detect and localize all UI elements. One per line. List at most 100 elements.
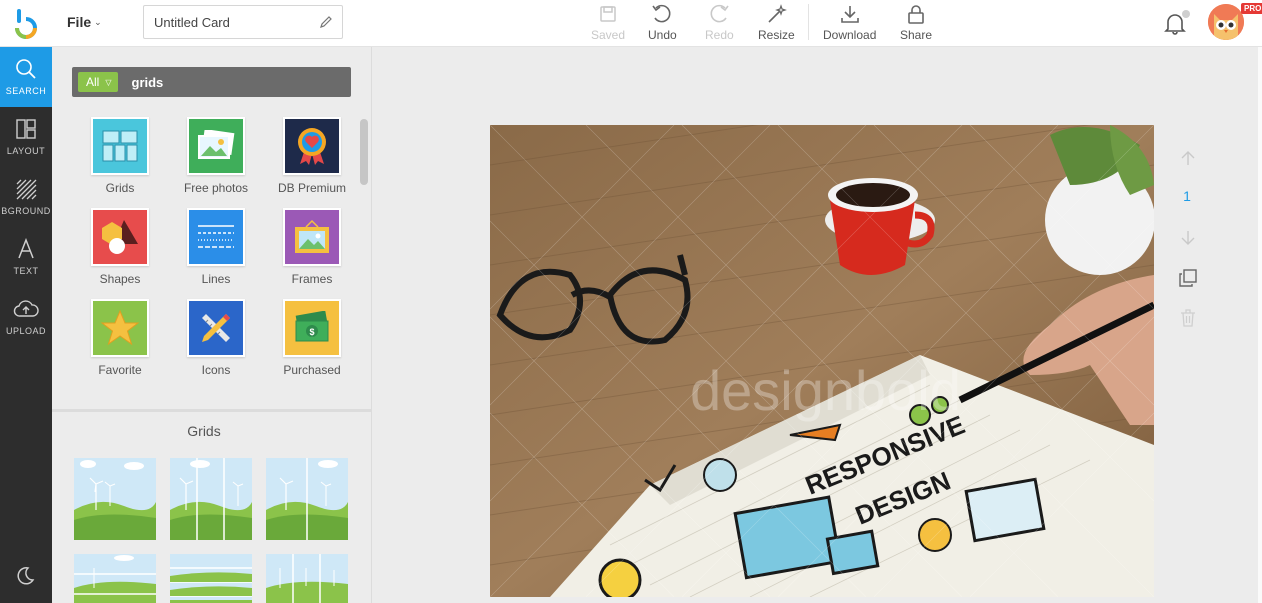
saved-label: Saved <box>591 28 626 42</box>
download-button[interactable]: Download <box>823 4 876 44</box>
grids-icon <box>91 117 149 175</box>
lock-icon <box>908 5 924 24</box>
nav-item-background[interactable]: BGROUND <box>0 167 52 227</box>
category-favorite[interactable]: Favorite <box>72 299 168 383</box>
nav-item-text[interactable]: TEXT <box>0 227 52 287</box>
page-number: 1 <box>1183 188 1191 204</box>
lines-icon <box>187 208 245 266</box>
nav-item-label: BGROUND <box>1 206 51 216</box>
watermark-text: designbold <box>690 359 961 422</box>
undo-button[interactable]: Undo <box>648 4 677 44</box>
text-icon <box>18 238 34 259</box>
side-panel: All ▽ Grids <box>52 47 372 603</box>
chevron-down-icon: ▽ <box>105 77 112 87</box>
background-icon <box>16 179 37 200</box>
category-label: Frames <box>291 272 333 286</box>
category-label: DB Premium <box>277 181 346 195</box>
file-menu-label: File <box>67 14 92 30</box>
pencil-ruler-icon <box>187 299 245 357</box>
category-label: Free photos <box>183 181 249 195</box>
grid-thumbnail[interactable] <box>266 554 348 603</box>
app-logo[interactable] <box>0 0 52 47</box>
user-avatar[interactable] <box>1208 4 1244 40</box>
owl-avatar-icon <box>1208 4 1244 40</box>
grid-thumbnail[interactable] <box>170 554 252 603</box>
search-input[interactable] <box>131 74 312 90</box>
file-menu[interactable]: File ⌄ <box>67 14 102 30</box>
toolbar-divider <box>808 4 809 40</box>
nav-item-search[interactable]: SEARCH <box>0 47 52 107</box>
grid-thumbnail[interactable] <box>266 458 348 540</box>
upload-icon <box>13 300 39 317</box>
arrow-up-icon <box>1181 151 1195 165</box>
section-divider <box>52 409 372 412</box>
pencil-icon <box>320 16 332 28</box>
pro-badge: PRO <box>1241 3 1262 14</box>
top-bar: File ⌄ Saved Undo Redo Resize <box>0 0 1262 47</box>
star-icon <box>91 299 149 357</box>
card-title-input[interactable] <box>154 14 314 30</box>
saved-button[interactable]: Saved <box>591 4 625 44</box>
category-frames[interactable]: Frames <box>264 208 360 292</box>
nav-item-label: SEARCH <box>5 86 47 96</box>
resize-label: Resize <box>758 28 795 42</box>
photos-icon <box>187 117 245 175</box>
nav-item-upload[interactable]: UPLOAD <box>0 287 52 347</box>
premium-badge-icon <box>283 117 341 175</box>
notification-dot <box>1182 10 1190 18</box>
shapes-icon <box>91 208 149 266</box>
nav-item-layout[interactable]: LAYOUT <box>0 107 52 167</box>
chevron-down-icon: ⌄ <box>94 16 102 27</box>
resize-button[interactable]: Resize <box>758 4 795 44</box>
category-icons[interactable]: Icons <box>168 299 264 383</box>
duplicate-page-button[interactable] <box>1176 266 1200 290</box>
category-db-premium[interactable]: DB Premium <box>264 117 360 201</box>
trash-icon <box>1181 309 1195 327</box>
section-title: Grids <box>187 423 221 439</box>
category-shapes[interactable]: Shapes <box>72 208 168 292</box>
moon-icon[interactable] <box>14 565 36 587</box>
copy-icon <box>1179 269 1197 287</box>
category-label: Lines <box>201 272 231 286</box>
nav-item-label: TEXT <box>13 266 39 276</box>
layout-icon <box>16 119 36 139</box>
move-page-up-button[interactable] <box>1176 146 1200 170</box>
redo-icon <box>710 4 729 23</box>
filter-label: All <box>86 75 100 89</box>
share-button[interactable]: Share <box>900 4 932 44</box>
filter-dropdown[interactable]: All ▽ <box>78 72 118 92</box>
undo-icon <box>652 4 671 23</box>
category-label: Purchased <box>283 363 341 377</box>
search-bar: All ▽ <box>72 67 351 97</box>
panel-scrollbar[interactable] <box>360 119 368 185</box>
category-label: Icons <box>201 363 231 377</box>
share-label: Share <box>900 28 933 42</box>
nav-item-label: LAYOUT <box>6 146 46 156</box>
arrow-down-icon <box>1181 231 1195 245</box>
nav-item-label: UPLOAD <box>5 326 46 336</box>
grid-thumbnail[interactable] <box>170 458 252 540</box>
logo-icon <box>15 8 37 39</box>
canvas-edge <box>1258 47 1262 603</box>
redo-button[interactable]: Redo <box>705 4 734 44</box>
redo-label: Redo <box>705 28 734 42</box>
frames-icon <box>283 208 341 266</box>
category-grids[interactable]: Grids <box>72 117 168 201</box>
canvas-photo[interactable]: RESPONSIVE DESIGN designbold <box>490 125 1154 597</box>
grid-thumbnail[interactable] <box>74 554 156 603</box>
undo-label: Undo <box>648 28 677 42</box>
move-page-down-button[interactable] <box>1176 226 1200 250</box>
magic-wand-icon <box>768 4 788 23</box>
delete-page-button[interactable] <box>1176 306 1200 330</box>
category-purchased[interactable]: $ Purchased <box>264 299 360 383</box>
download-icon <box>840 6 859 23</box>
grid-thumbnail[interactable] <box>74 458 156 540</box>
responsive-design-photo: RESPONSIVE DESIGN designbold <box>490 125 1154 597</box>
category-lines[interactable]: Lines <box>168 208 264 292</box>
svg-text:$: $ <box>309 327 314 337</box>
money-icon: $ <box>283 299 341 357</box>
card-title-field[interactable] <box>143 5 343 39</box>
category-free-photos[interactable]: Free photos <box>168 117 264 201</box>
category-label: Shapes <box>99 272 141 286</box>
category-label: Grids <box>105 181 135 195</box>
